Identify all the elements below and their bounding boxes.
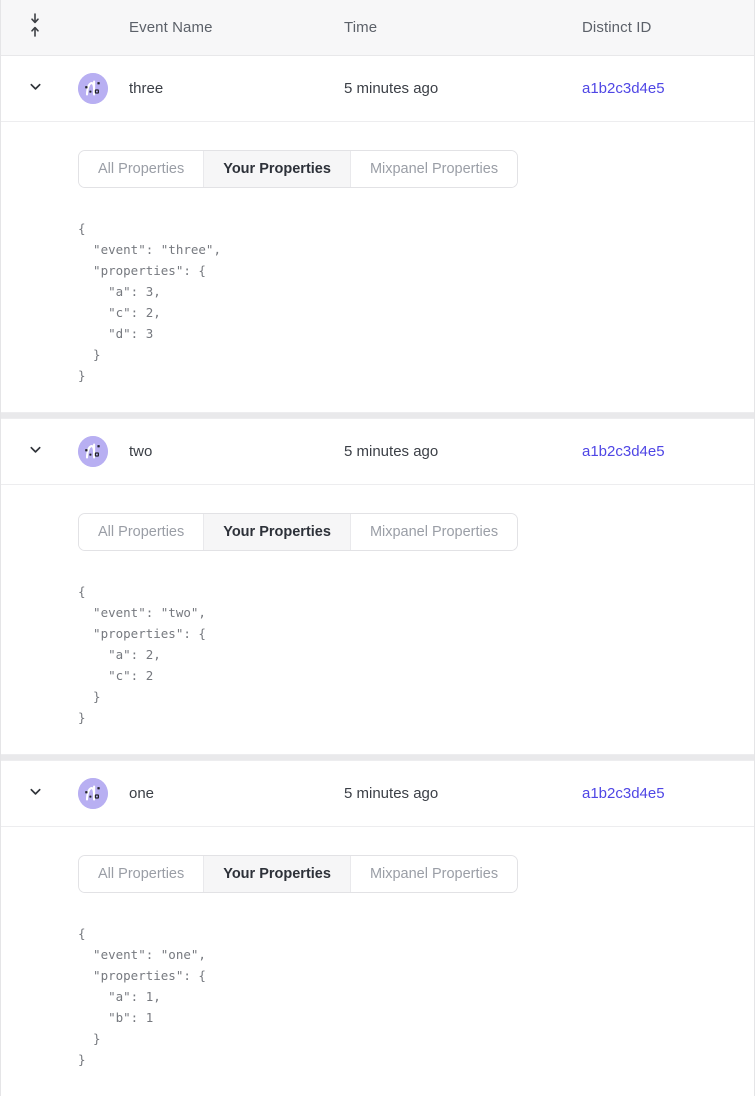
events-table: Event Name Time Distinct ID three 5 minu…: [0, 0, 755, 1096]
tab-mixpanel-properties[interactable]: Mixpanel Properties: [350, 514, 518, 550]
chevron-down-icon[interactable]: [28, 79, 43, 99]
expand-toggle-button[interactable]: [1, 79, 69, 99]
event-group: three 5 minutes ago a1b2c3d4e5 All Prope…: [1, 56, 754, 412]
distinct-id-header-label: Distinct ID: [582, 18, 652, 36]
event-name-cell: one: [117, 785, 344, 803]
event-name-header-label: Event Name: [129, 18, 213, 36]
expand-toggle-button[interactable]: [1, 784, 69, 804]
event-avatar-cell: [69, 73, 117, 104]
event-name-text: two: [129, 442, 153, 460]
event-avatar-cell: [69, 778, 117, 809]
event-name-text: three: [129, 79, 164, 97]
distinct-id-link[interactable]: a1b2c3d4e5: [582, 80, 665, 97]
distinct-id-column-header[interactable]: Distinct ID: [582, 19, 754, 37]
distinct-id-link[interactable]: a1b2c3d4e5: [582, 785, 665, 802]
event-json-payload: { "event": "three", "properties": { "a":…: [78, 221, 221, 383]
expand-toggle-button[interactable]: [1, 442, 69, 462]
tab-your-properties[interactable]: Your Properties: [204, 514, 351, 550]
distinct-id-link[interactable]: a1b2c3d4e5: [582, 443, 665, 460]
event-time-text: 5 minutes ago: [344, 442, 439, 460]
event-name-cell: two: [117, 443, 344, 461]
tab-mixpanel-properties[interactable]: Mixpanel Properties: [350, 856, 518, 892]
event-time-cell: 5 minutes ago: [344, 785, 582, 803]
tab-mixpanel-properties[interactable]: Mixpanel Properties: [350, 151, 518, 187]
event-name-cell: three: [117, 80, 344, 98]
mixpanel-event-avatar-icon: [78, 436, 108, 467]
event-group: two 5 minutes ago a1b2c3d4e5 All Propert…: [1, 419, 754, 754]
event-distinct-id-cell: a1b2c3d4e5: [582, 785, 754, 803]
event-name-column-header[interactable]: Event Name: [117, 19, 344, 37]
properties-tab-group: All Properties Your Properties Mixpanel …: [78, 513, 519, 551]
group-separator: [1, 412, 754, 419]
event-row[interactable]: two 5 minutes ago a1b2c3d4e5: [1, 419, 754, 485]
time-column-header[interactable]: Time: [344, 19, 582, 37]
event-distinct-id-cell: a1b2c3d4e5: [582, 443, 754, 461]
event-time-cell: 5 minutes ago: [344, 443, 582, 461]
properties-tab-group: All Properties Your Properties Mixpanel …: [78, 150, 519, 188]
event-details-panel: All Properties Your Properties Mixpanel …: [1, 827, 754, 1096]
chevron-down-icon[interactable]: [28, 784, 43, 804]
tab-all-properties[interactable]: All Properties: [79, 856, 205, 892]
event-details-panel: All Properties Your Properties Mixpanel …: [1, 122, 754, 412]
tab-all-properties[interactable]: All Properties: [79, 151, 205, 187]
tab-all-properties[interactable]: All Properties: [79, 514, 205, 550]
sort-arrows-icon[interactable]: [28, 12, 42, 43]
mixpanel-event-avatar-icon: [78, 73, 108, 104]
mixpanel-event-avatar-icon: [78, 778, 108, 809]
tab-your-properties[interactable]: Your Properties: [204, 856, 351, 892]
group-separator: [1, 754, 754, 761]
event-row[interactable]: three 5 minutes ago a1b2c3d4e5: [1, 56, 754, 122]
event-avatar-cell: [69, 436, 117, 467]
event-time-text: 5 minutes ago: [344, 784, 439, 802]
event-time-text: 5 minutes ago: [344, 79, 439, 97]
chevron-down-icon[interactable]: [28, 442, 43, 462]
event-details-panel: All Properties Your Properties Mixpanel …: [1, 485, 754, 754]
event-name-text: one: [129, 784, 155, 802]
event-distinct-id-cell: a1b2c3d4e5: [582, 80, 754, 98]
event-json-payload: { "event": "one", "properties": { "a": 1…: [78, 926, 206, 1067]
event-row[interactable]: one 5 minutes ago a1b2c3d4e5: [1, 761, 754, 827]
event-time-cell: 5 minutes ago: [344, 80, 582, 98]
tab-your-properties[interactable]: Your Properties: [204, 151, 351, 187]
time-header-label: Time: [344, 18, 378, 36]
event-json-payload: { "event": "two", "properties": { "a": 2…: [78, 584, 206, 725]
sort-column-header[interactable]: [1, 12, 69, 43]
properties-tab-group: All Properties Your Properties Mixpanel …: [78, 855, 519, 893]
table-header-row: Event Name Time Distinct ID: [1, 0, 754, 56]
event-group: one 5 minutes ago a1b2c3d4e5 All Propert…: [1, 761, 754, 1096]
